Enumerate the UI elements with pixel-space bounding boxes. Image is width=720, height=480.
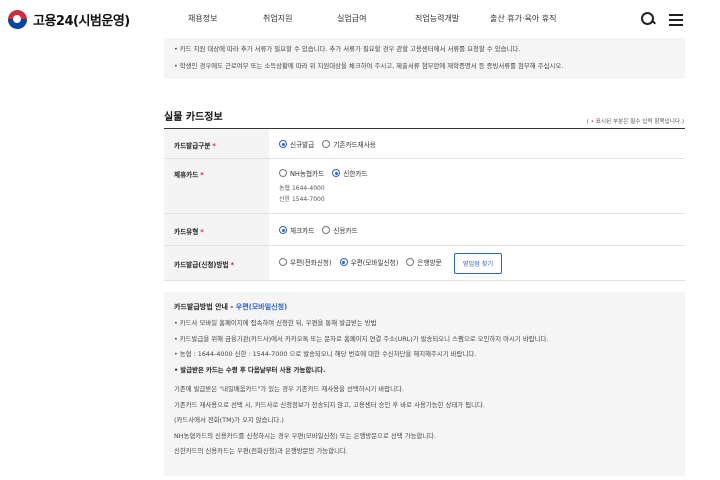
- nav-item-unemployment-benefit[interactable]: 실업급여: [337, 13, 366, 24]
- radio-selected-icon[interactable]: [279, 226, 287, 234]
- notice-line: • 카드 지원 대상에 따라 추가 서류가 필요할 수 있습니다. 추가 서류가…: [174, 45, 521, 53]
- hamburger-menu-icon[interactable]: [668, 11, 684, 27]
- form-label: 카드발급구분 *: [164, 129, 269, 158]
- guide-title: 카드발급방법 안내 - 우편(모바일신청): [174, 303, 288, 311]
- form-row-issue-type: 카드발급구분 * 신규발급 기존카드재사용: [164, 129, 685, 159]
- guide-title-highlight: 우편(모바일신청): [235, 303, 288, 311]
- form-row-card-type: 카드유형 * 체크카드 신용카드: [164, 214, 685, 246]
- guide-line: • 농협 : 1644-4000 신한 : 1544-7000 으로 발송되오니…: [174, 350, 477, 358]
- guide-line: • 카드발급을 위해 금융기관(카드사)에서 카카오톡 또는 문자로 홈페이지 …: [174, 334, 549, 343]
- form-row-issue-method: 카드발급(신청)방법 * 우편(전화신청) 우편(모바일신청) 은행방문 영업점 …: [164, 246, 685, 281]
- form-label: 카드유형 *: [164, 214, 269, 245]
- radio-reuse-card[interactable]: 기존카드재사용: [322, 139, 376, 149]
- form-value: 우편(전화신청) 우편(모바일신청) 은행방문 영업점 찾기: [269, 246, 685, 280]
- guide-note: 기존카드 재사용으로 선택 시, 카드사로 신청정보가 전송되지 않고, 고용센…: [174, 400, 485, 409]
- site-logo[interactable]: 고용24(시범운영): [8, 10, 130, 29]
- radio-credit-card[interactable]: 신용카드: [322, 225, 358, 235]
- form-value: NH농협카드 신한카드 농협 1644-4000 신한 1544-7000: [269, 159, 685, 213]
- radio-new-issue[interactable]: 신규발급: [279, 139, 314, 149]
- radio-check-card[interactable]: 체크카드: [279, 225, 314, 235]
- radio-mail-mobile[interactable]: 우편(모바일신청): [339, 257, 398, 267]
- radio-selected-icon[interactable]: [332, 169, 341, 177]
- taegeuk-logo-icon: [8, 10, 27, 29]
- guide-line: • 카드사 모바일 홈페이지에 접속하여 신청한 뒤, 우편을 통해 발급받는 …: [174, 319, 377, 327]
- nav-item-vocational-training[interactable]: 직업능력개발: [415, 13, 459, 24]
- form-value: 체크카드 신용카드: [269, 214, 685, 245]
- guide-note: (카드사에서 전화(TM)가 오지 않습니다.): [174, 416, 284, 424]
- nh-phone: 농협 1644-4000: [279, 185, 325, 192]
- radio-icon[interactable]: [322, 226, 331, 234]
- find-branch-button[interactable]: 영업점 찾기: [453, 253, 503, 274]
- required-note: ( • 표시된 부분은 필수 입력 항목입니다.): [586, 119, 684, 125]
- card-info-form: 카드발급구분 * 신규발급 기존카드재사용 제휴카드 * NH농협카드 신한카드 농…: [164, 128, 685, 281]
- radio-icon[interactable]: [322, 140, 331, 148]
- form-label: 카드발급(신청)방법 *: [164, 246, 269, 280]
- notice-line: • 학생인 경우에도 근로여부 또는 소득상황에 따라 위 지원대상을 체크하여…: [174, 62, 564, 70]
- radio-nh-card[interactable]: NH농협카드: [279, 168, 324, 178]
- nav-item-jobs[interactable]: 채용정보: [188, 13, 217, 24]
- notice-box: • 카드 지원 대상에 따라 추가 서류가 필요할 수 있습니다. 추가 서류가…: [164, 38, 685, 79]
- nav-item-maternity-leave[interactable]: 출산 휴가·육아 휴직: [490, 13, 557, 24]
- shinhan-phone: 신한 1544-7000: [279, 196, 325, 203]
- section-title: 실물 카드정보: [164, 112, 223, 123]
- form-label: 제휴카드 *: [164, 159, 269, 213]
- nav-item-employment-support[interactable]: 취업지원: [263, 13, 292, 24]
- radio-selected-icon[interactable]: [279, 140, 287, 148]
- guide-note: NH농협카드의 신용카드를 신청하시는 경우 우편(모바일신청) 또는 은행방문…: [174, 431, 437, 440]
- form-row-partner-card: 제휴카드 * NH농협카드 신한카드 농협 1644-4000 신한 1544-7…: [164, 159, 685, 214]
- radio-mail-phone[interactable]: 우편(전화신청): [279, 257, 332, 267]
- form-value: 신규발급 기존카드재사용: [269, 129, 685, 158]
- header-icons: [640, 11, 684, 27]
- search-icon[interactable]: [640, 11, 656, 27]
- site-header: 고용24(시범운영) 채용정보 취업지원 실업급여 직업능력개발 출산 휴가·육…: [0, 0, 720, 38]
- radio-icon[interactable]: [279, 258, 287, 266]
- radio-shinhan-card[interactable]: 신한카드: [332, 168, 368, 178]
- guide-note: 기존에 발급받은 "내일배움카드"가 있는 경우 기존카드 재사용을 선택하시기…: [174, 385, 404, 393]
- issue-method-guide: 카드발급방법 안내 - 우편(모바일신청) • 카드사 모바일 홈페이지에 접속…: [164, 292, 685, 476]
- radio-selected-icon[interactable]: [339, 258, 348, 266]
- guide-note: 신한카드의 신용카드는 우편(전화신청)과 은행방문만 가능합니다.: [174, 447, 348, 455]
- radio-icon[interactable]: [406, 258, 415, 266]
- logo-text: 고용24(시범운영): [33, 14, 130, 29]
- radio-bank-visit[interactable]: 은행방문: [406, 257, 442, 267]
- guide-bold-line: • 발급받은 카드는 수령 후 다음날부터 사용 가능합니다.: [174, 365, 326, 374]
- radio-icon[interactable]: [279, 169, 287, 177]
